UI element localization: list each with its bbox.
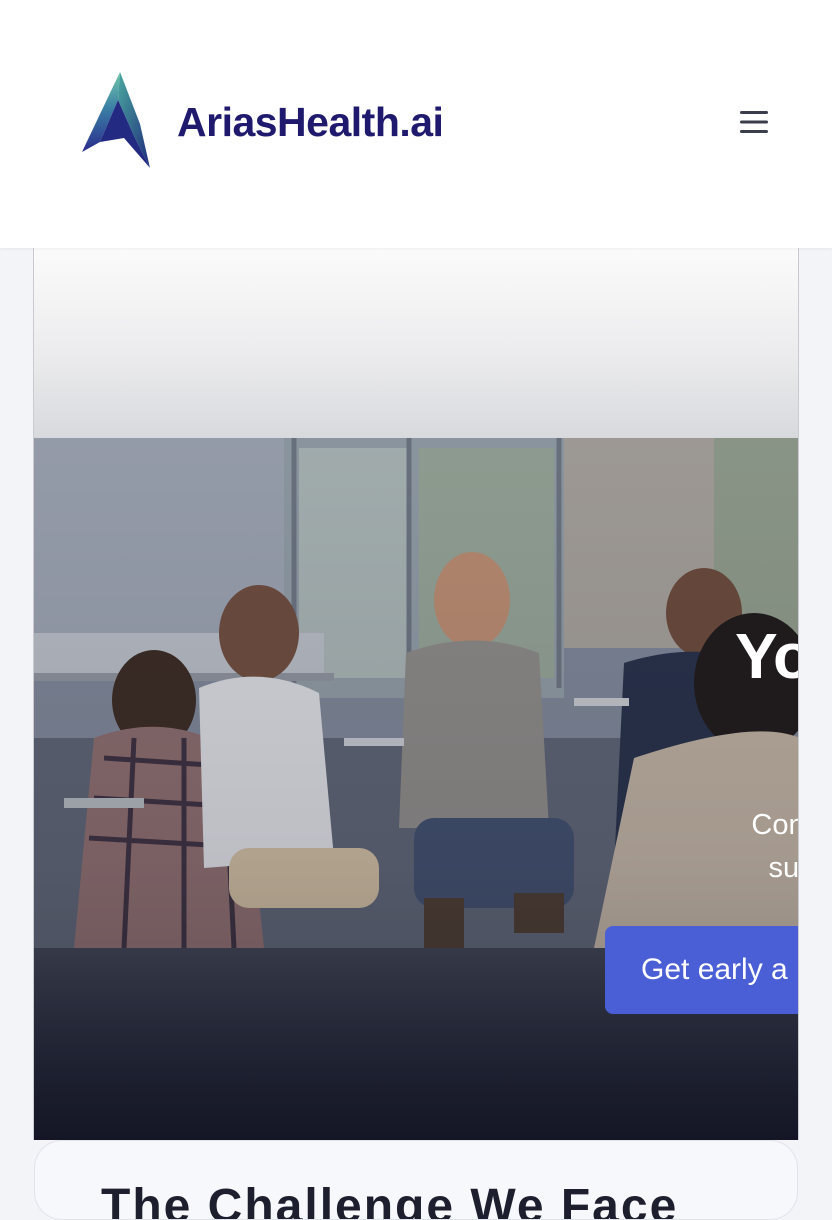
hero-subtitle-line2: supp — [768, 852, 799, 884]
hero-top-fade — [34, 248, 798, 438]
brand-name: AriasHealth.ai — [177, 98, 444, 145]
hero-subtitle: Confidential supp — [628, 804, 799, 890]
hero-subtitle-line1: Confidential — [751, 809, 798, 841]
challenge-section-card: The Challenge We Face — [34, 1140, 798, 1220]
section-title: The Challenge We Face — [101, 1180, 679, 1220]
hero-title: Yo — [735, 620, 798, 692]
hamburger-menu-icon — [740, 111, 768, 133]
peak-a-logo-icon — [82, 72, 150, 168]
hero-section: Yo Confidential supp Get early a — [33, 248, 799, 1140]
menu-button[interactable] — [728, 96, 780, 148]
brand-logo[interactable]: AriasHealth.ai — [80, 72, 444, 170]
get-early-access-button[interactable]: Get early a — [605, 926, 798, 1014]
site-header: AriasHealth.ai — [0, 0, 832, 248]
